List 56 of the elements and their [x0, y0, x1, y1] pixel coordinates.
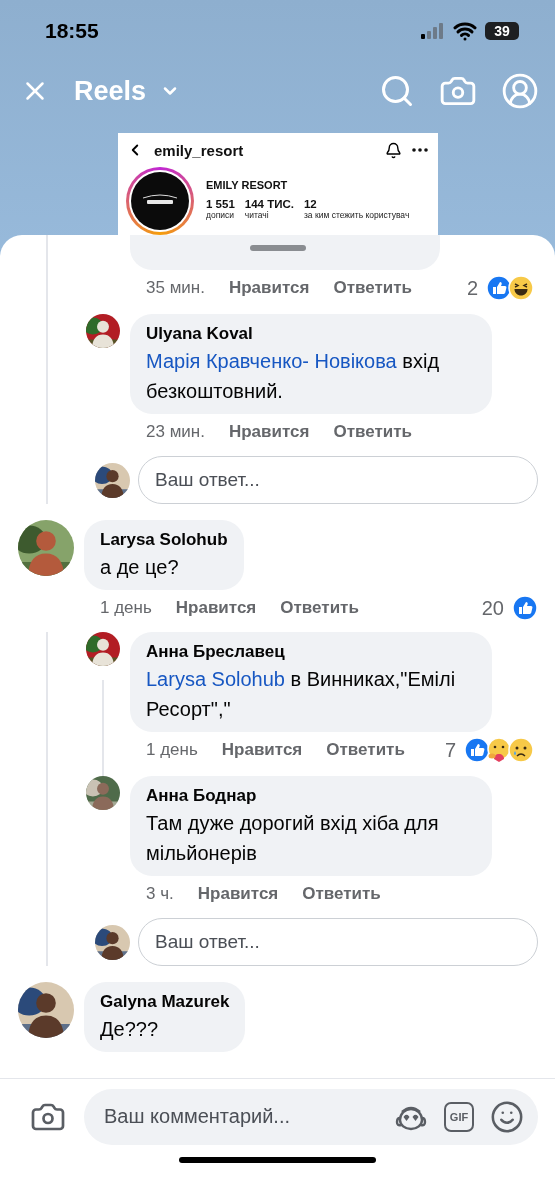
thumbs-up-icon: [464, 737, 490, 763]
status-time: 18:55: [45, 18, 100, 43]
comment-text: а де це?: [100, 555, 180, 580]
reply-link[interactable]: Ответить: [333, 278, 412, 298]
comment-author: Анна Бреславец: [146, 641, 286, 663]
thumbs-up-icon: [512, 595, 538, 621]
stat-value: 12: [303, 198, 318, 210]
reaction-count: 20: [481, 596, 504, 620]
hugging-face-icon: [486, 737, 512, 763]
profile-icon[interactable]: [501, 72, 539, 111]
stat-label: за ким стежить користувач: [303, 210, 410, 220]
like-link[interactable]: Нравится: [197, 884, 279, 904]
like-link[interactable]: Нравится: [175, 598, 257, 618]
thumbs-up-icon: [486, 275, 512, 301]
more-icon: [412, 148, 428, 152]
battery-level: 39: [485, 21, 519, 40]
stat-value: 144 ТИС.: [244, 198, 294, 210]
reply-link[interactable]: Ответить: [333, 422, 412, 442]
comment-author: Ulyana Koval: [146, 323, 254, 345]
reaction-count: 2: [466, 276, 478, 300]
comment-time: 3 ч.: [146, 884, 174, 904]
profile-name: EMILY RESORT: [206, 179, 289, 191]
comment-text: Де???: [100, 1017, 160, 1042]
reaction-count: 7: [444, 738, 456, 762]
comment-author: Larysa Solohub: [100, 529, 228, 551]
comment-time: 1 день: [100, 598, 152, 618]
reply-link[interactable]: Ответить: [280, 598, 359, 618]
drag-handle[interactable]: [250, 245, 306, 251]
reply-link[interactable]: Ответить: [302, 884, 381, 904]
stat-value: 1 551: [206, 198, 235, 210]
comment-text: Марія Кравченко- Новікова вхід безкоштовний.: [146, 349, 441, 404]
comment-time: 23 мин.: [146, 422, 205, 442]
crying-face-icon: [508, 737, 534, 763]
stat-label: читачі: [244, 210, 270, 220]
gif-button[interactable]: GIF: [444, 1101, 474, 1132]
signal-icon: [421, 22, 445, 39]
reply-field[interactable]: Ваш ответ...: [138, 456, 538, 504]
comment-author: Galyna Mazurek: [100, 991, 230, 1013]
laughing-face-icon: [508, 275, 534, 301]
reply-field[interactable]: Ваш ответ...: [138, 918, 538, 966]
like-link[interactable]: Нравится: [221, 740, 303, 760]
mention-link[interactable]: Larysa Solohub: [146, 668, 285, 690]
comment-text: Larysa Solohub в Винниках,"Емілі Ресорт",": [146, 667, 457, 722]
comment-author: Анна Боднар: [146, 785, 258, 807]
emoji-icon[interactable]: [490, 1099, 524, 1134]
mention-link[interactable]: Марія Кравченко- Новікова: [146, 350, 397, 372]
comment-time: 1 день: [146, 740, 198, 760]
comment-field[interactable]: Ваш комментарий... GIF: [84, 1088, 538, 1145]
comment-time: 35 мин.: [146, 278, 205, 298]
stat-label: дописи: [206, 210, 235, 220]
like-link[interactable]: Нравится: [228, 422, 310, 442]
reply-link[interactable]: Ответить: [326, 740, 405, 760]
like-link[interactable]: Нравится: [228, 278, 310, 298]
comment-text: Там дуже дорогий вхід хіба для мільйонерів: [146, 811, 440, 866]
bell-icon: [385, 141, 402, 159]
profile-username: emily_resort: [154, 141, 245, 159]
